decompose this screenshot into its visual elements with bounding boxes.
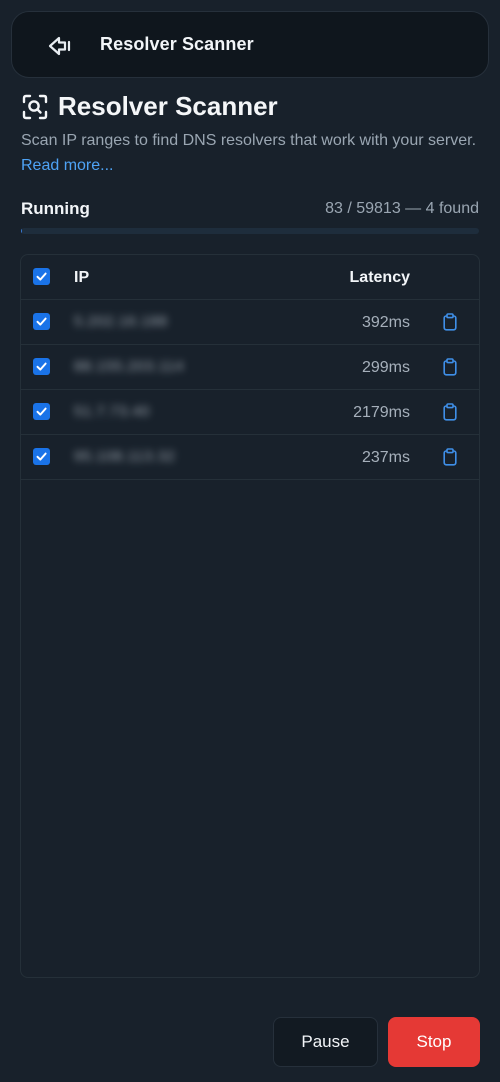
results-table: IP Latency 5.202.16.188 392ms 88.155.203… (20, 254, 480, 978)
scan-progress-count: 83 / 59813 — 4 found (325, 200, 479, 217)
latency-cell: 392ms (361, 314, 410, 331)
clipboard-icon[interactable] (440, 311, 460, 333)
row-checkbox[interactable] (33, 403, 50, 420)
back-arrow-icon[interactable] (44, 32, 74, 60)
table-row: 51.7.73.40 2179ms (21, 390, 479, 435)
table-header-row: IP Latency (21, 255, 479, 300)
row-checkbox[interactable] (33, 313, 50, 330)
scan-search-icon (21, 93, 49, 121)
table-row: 88.155.203.114 299ms (21, 345, 479, 390)
ip-cell: 95.108.113.32 (74, 448, 176, 465)
header-title: Resolver Scanner (100, 34, 254, 54)
select-all-checkbox[interactable] (33, 268, 50, 285)
row-checkbox[interactable] (33, 358, 50, 375)
app-header: Resolver Scanner (11, 11, 489, 78)
page-title-row: Resolver Scanner (21, 91, 278, 122)
row-checkbox[interactable] (33, 448, 50, 465)
ip-cell: 51.7.73.40 (74, 403, 150, 420)
read-more-link[interactable]: Read more... (21, 157, 113, 174)
scan-progress-bar (21, 228, 479, 234)
pause-button[interactable]: Pause (273, 1017, 378, 1067)
page-description: Scan IP ranges to find DNS resolvers tha… (21, 128, 481, 178)
page-title: Resolver Scanner (58, 91, 278, 121)
latency-cell: 299ms (361, 359, 410, 376)
column-header-ip: IP (74, 269, 90, 286)
latency-cell: 237ms (361, 449, 410, 466)
scan-progress-fill (21, 228, 22, 234)
latency-cell: 2179ms (353, 404, 410, 421)
clipboard-icon[interactable] (440, 356, 460, 378)
table-row: 5.202.16.188 392ms (21, 300, 479, 345)
description-text: Scan IP ranges to find DNS resolvers tha… (21, 132, 477, 149)
table-row: 95.108.113.32 237ms (21, 435, 479, 480)
ip-cell: 88.155.203.114 (74, 358, 185, 375)
scan-status-label: Running (21, 199, 90, 218)
stop-button[interactable]: Stop (388, 1017, 480, 1067)
column-header-latency: Latency (349, 269, 410, 286)
ip-cell: 5.202.16.188 (74, 313, 168, 330)
clipboard-icon[interactable] (440, 401, 460, 423)
clipboard-icon[interactable] (440, 446, 460, 468)
